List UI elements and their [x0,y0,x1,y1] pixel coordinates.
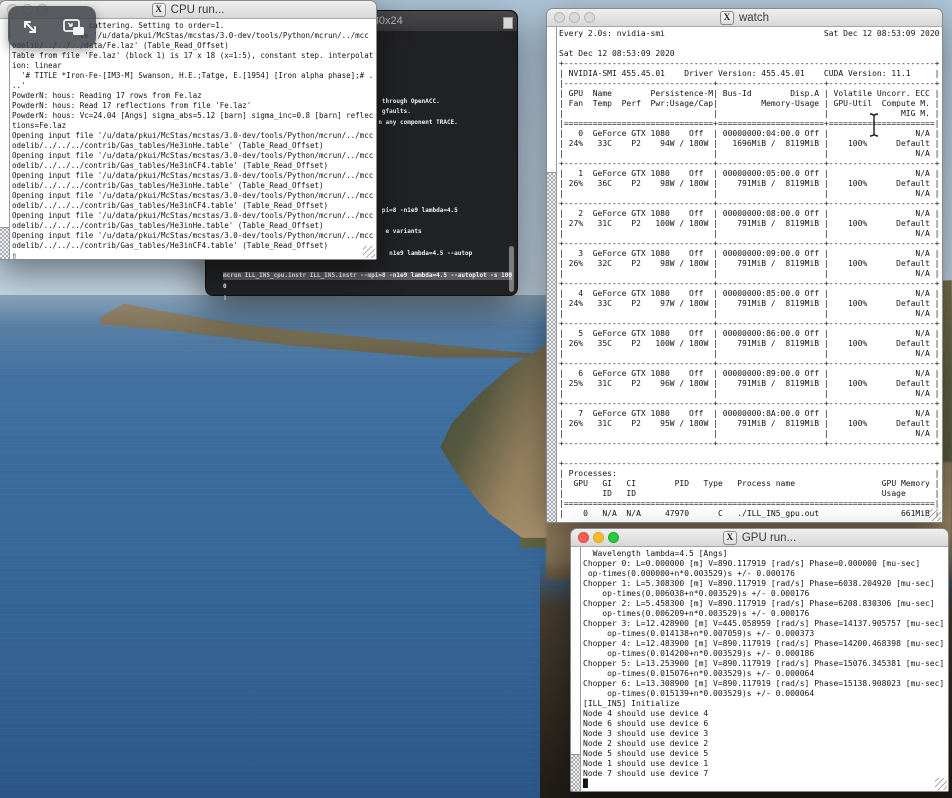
close-button[interactable] [578,532,589,543]
window-titlebar[interactable]: X GPU run... [571,529,948,547]
window-title: X watch [720,11,769,25]
terminal-line-fragment: through OpenACC. [382,98,440,106]
text-cursor-pointer [868,112,880,138]
terminal-body[interactable]: cattering. Setting to order=1. le '/u/da… [0,19,376,259]
x11-icon: X [720,11,734,25]
window-title: X GPU run... [723,531,796,545]
terminal-line-fragment: pi=8 -n1e9 lambda=4.5 [382,207,458,215]
terminal-line-fragment: 0 [223,283,227,291]
scrollbar-thumb[interactable] [509,246,514,292]
terminal-scrollbar[interactable] [547,27,557,522]
gpu-run-terminal-window[interactable]: X GPU run... Wavelength lambda=4.5 [Angs… [570,528,949,792]
terminal-text: cattering. Setting to order=1. le '/u/da… [10,19,373,259]
x11-icon: X [723,531,737,545]
terminal-line-fragment: e variants [386,228,422,236]
terminal-line-fragment: mcrun ILL_IN5_cpu.instr ILL_IN5.instr --… [223,272,512,280]
terminal-line-fragment: n any component TRACE. [378,119,457,127]
resize-handle[interactable] [363,246,375,258]
resize-handle[interactable] [929,509,941,521]
zoom-button[interactable] [608,532,619,543]
x11-icon: X [152,3,166,17]
zoom-button[interactable] [584,12,595,23]
scrollbar-thumb[interactable] [571,547,580,755]
traffic-lights [554,12,595,23]
watch-nvidia-smi-window[interactable]: X watch Every 2.0s: nvidia-smi Sat Dec 1… [546,8,943,523]
display-scaling-icon [62,16,86,38]
resize-arrows-icon [19,16,41,38]
terminal-scrollbar[interactable] [0,19,10,259]
minimize-button[interactable] [569,12,580,23]
terminal-line-fragment: ▯ [223,294,227,302]
screen-sharing-controls[interactable] [8,6,96,48]
terminal-text: Every 2.0s: nvidia-smi Sat Dec 12 08:53:… [557,27,940,522]
window-title: X CPU run... [152,3,225,17]
terminal-body[interactable]: Every 2.0s: nvidia-smi Sat Dec 12 08:53:… [547,27,942,522]
close-button[interactable] [554,12,565,23]
terminal-line-fragment: gfaults. [382,108,411,116]
terminal-text: Wavelength lambda=4.5 [Angs] Chopper 0: … [581,547,944,791]
resize-handle[interactable] [935,778,947,790]
terminal-body[interactable]: Wavelength lambda=4.5 [Angs] Chopper 0: … [571,547,948,791]
resize-arrows-button[interactable] [13,10,47,44]
scrollbar-thumb[interactable] [0,19,9,228]
minimize-button[interactable] [593,532,604,543]
scrollbar-thumb[interactable] [547,27,556,173]
window-titlebar[interactable]: X watch [547,9,942,27]
terminal-scrollbar[interactable] [571,547,581,791]
terminal-line-fragment: n1e9 lambda=4.5 --autop [389,250,472,258]
scrollbar-top-indicator [503,17,513,29]
traffic-lights [578,532,619,543]
display-scaling-button[interactable] [57,10,91,44]
